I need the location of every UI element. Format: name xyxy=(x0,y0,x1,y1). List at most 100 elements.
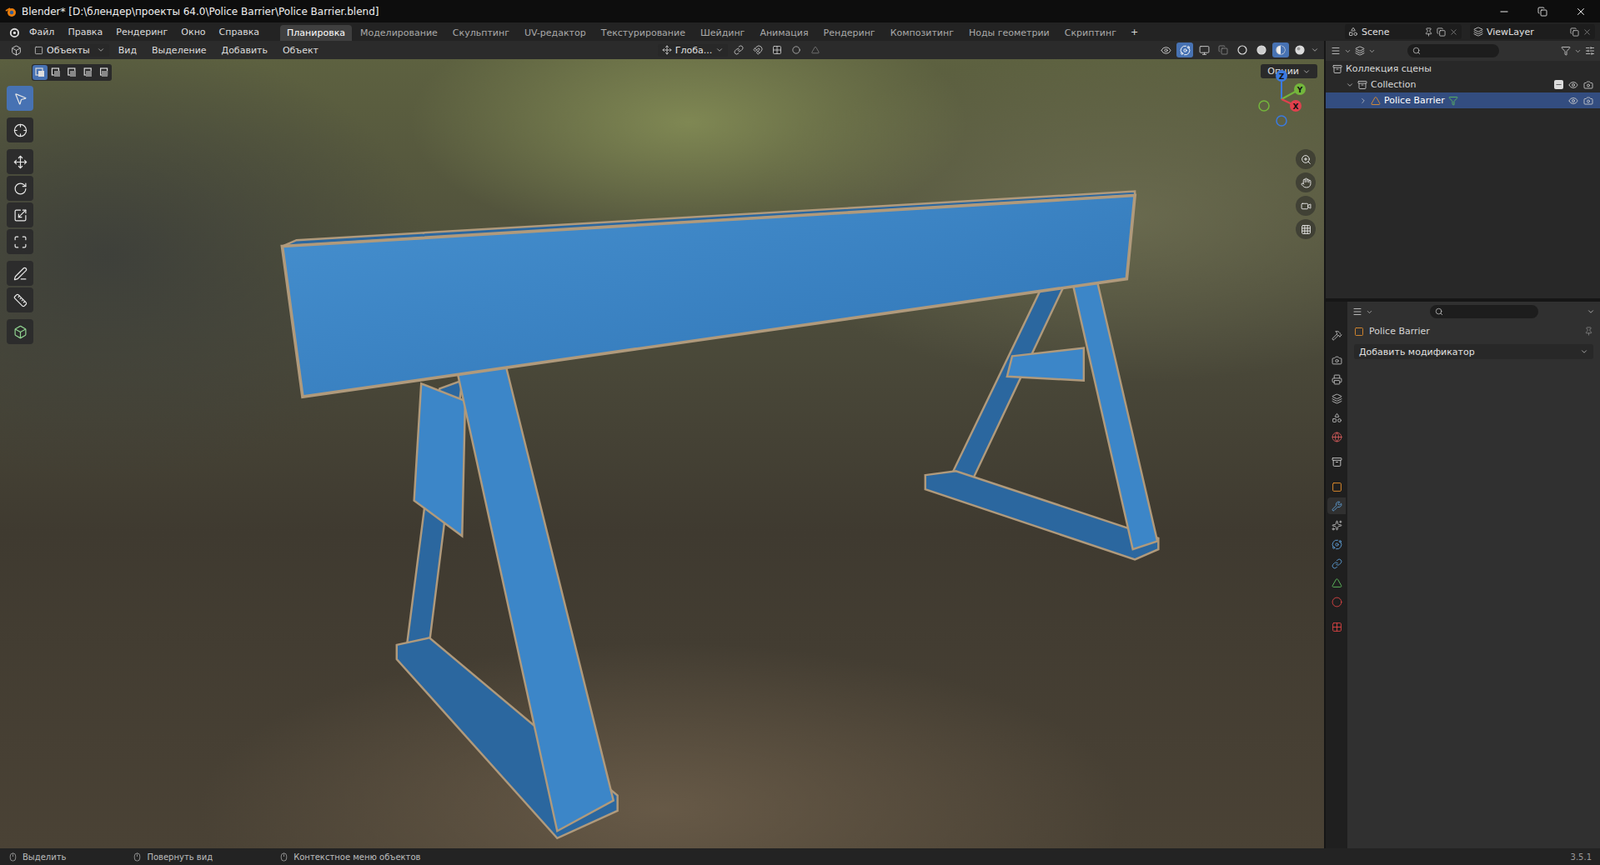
workspace-tab[interactable]: Анимация xyxy=(752,25,815,41)
editor-type-icon xyxy=(1330,45,1341,56)
shading-mode-button[interactable] xyxy=(1291,42,1309,58)
proportional-button[interactable] xyxy=(787,42,805,58)
menu-item[interactable]: Файл xyxy=(23,25,61,40)
gizmo-axis[interactable]: Z xyxy=(1275,70,1288,82)
maximize-button[interactable] xyxy=(1523,0,1562,23)
outliner-row[interactable]: Коллекция сцены xyxy=(1325,60,1600,77)
barrier-model[interactable] xyxy=(0,59,1325,849)
view-layer-selector[interactable]: ViewLayer xyxy=(1469,24,1595,40)
properties-tab[interactable] xyxy=(1327,351,1346,369)
blender-menu[interactable] xyxy=(5,24,22,40)
3d-viewport[interactable]: ОпцииZYX xyxy=(0,59,1325,849)
options-button[interactable]: Опции xyxy=(1260,64,1318,79)
pivot-button[interactable] xyxy=(730,42,748,58)
menu-item[interactable]: Справка xyxy=(213,25,266,40)
snap-button[interactable] xyxy=(749,42,767,58)
shading-mode-button[interactable] xyxy=(1233,42,1251,58)
gizmo-axis[interactable]: X xyxy=(1289,100,1302,112)
add-modifier-dropdown[interactable]: Добавить модификатор xyxy=(1354,344,1594,360)
workspace-tab[interactable]: Рендеринг xyxy=(817,25,883,41)
zoom-button[interactable] xyxy=(1295,149,1316,170)
falloff-button[interactable] xyxy=(807,42,824,58)
properties-tab[interactable] xyxy=(1327,593,1346,611)
tool-button[interactable] xyxy=(6,260,34,286)
shading-mode-button[interactable] xyxy=(1272,42,1290,58)
viewport-menu-item[interactable]: Добавить xyxy=(215,43,274,58)
tool-button[interactable] xyxy=(6,202,34,228)
visibility-button[interactable] xyxy=(1157,42,1174,58)
gizmo-axis[interactable]: Y xyxy=(1294,83,1306,96)
exclude-checkbox[interactable] xyxy=(1554,80,1564,90)
menu-item[interactable]: Правка xyxy=(61,25,109,40)
properties-tab[interactable] xyxy=(1327,536,1346,553)
minimize-button[interactable] xyxy=(1484,0,1524,23)
orientation-dropdown[interactable]: Глоба... xyxy=(657,44,728,57)
tool-button[interactable] xyxy=(6,229,34,255)
snap-target-button[interactable] xyxy=(768,42,786,58)
close-button[interactable] xyxy=(1561,0,1600,23)
select-mode-button[interactable] xyxy=(32,65,48,81)
scene-selector[interactable]: Scene xyxy=(1344,24,1462,40)
eye-icon[interactable] xyxy=(1568,80,1579,91)
workspace-tab[interactable]: Текстурирование xyxy=(594,25,693,41)
properties-tab[interactable] xyxy=(1327,371,1346,388)
outliner-row[interactable]: Police Barrier xyxy=(1325,92,1600,109)
select-mode-button[interactable] xyxy=(48,65,64,81)
render-visibility-icon[interactable] xyxy=(1583,95,1594,106)
mode-dropdown[interactable]: Объекты xyxy=(30,44,110,57)
outliner-search[interactable] xyxy=(1407,44,1500,58)
xray-toggle[interactable] xyxy=(1214,42,1232,58)
tool-button[interactable] xyxy=(6,287,34,313)
tool-button[interactable] xyxy=(6,149,34,175)
workspace-tab[interactable]: Скульптинг xyxy=(446,25,517,41)
gizmo-toggle[interactable] xyxy=(1176,42,1194,58)
select-mode-button[interactable] xyxy=(80,65,96,81)
pan-button[interactable] xyxy=(1295,172,1316,193)
viewport-menu-item[interactable]: Вид xyxy=(112,43,143,58)
properties-tab[interactable] xyxy=(1327,478,1346,496)
workspace-tab[interactable]: Моделирование xyxy=(353,25,445,41)
svg-text:Y: Y xyxy=(1296,85,1304,95)
workspace-tab[interactable]: Композитинг xyxy=(883,25,961,41)
menu-item[interactable]: Окно xyxy=(175,25,211,40)
properties-tab[interactable] xyxy=(1327,428,1346,446)
top-bar: ФайлПравкаРендерингОкноСправкаПланировка… xyxy=(0,22,1600,41)
camera-view-button[interactable] xyxy=(1295,195,1316,216)
tool-button[interactable] xyxy=(6,117,34,143)
properties-tab[interactable] xyxy=(1327,574,1346,592)
add-workspace-button[interactable]: + xyxy=(1124,25,1144,40)
render-visibility-icon[interactable] xyxy=(1583,80,1594,91)
outliner-row[interactable]: Collection xyxy=(1325,76,1600,93)
select-mode-button[interactable] xyxy=(64,65,80,81)
shading-mode-button[interactable] xyxy=(1253,42,1270,58)
properties-tab[interactable] xyxy=(1327,326,1346,344)
properties-tab[interactable] xyxy=(1327,497,1346,515)
tool-button[interactable] xyxy=(6,319,34,345)
eye-icon[interactable] xyxy=(1568,95,1579,106)
workspace-tab[interactable]: Скриптинг xyxy=(1058,25,1124,41)
properties-tab[interactable] xyxy=(1327,390,1346,407)
tool-button[interactable] xyxy=(6,175,34,201)
properties-tab[interactable] xyxy=(1327,555,1346,572)
workspace-tab[interactable]: Шейдинг xyxy=(693,25,752,41)
properties-search[interactable] xyxy=(1429,305,1539,319)
pin-icon xyxy=(1424,27,1434,37)
workspace-tab[interactable]: Ноды геометрии xyxy=(962,25,1057,41)
workspace-tab[interactable]: UV-редактор xyxy=(517,25,593,41)
properties-tab[interactable] xyxy=(1327,453,1346,471)
properties-tab[interactable] xyxy=(1327,409,1346,427)
viewport-menu-item[interactable]: Объект xyxy=(276,43,325,58)
ortho-toggle[interactable] xyxy=(1295,219,1316,240)
workspace-tab[interactable]: Планировка xyxy=(280,25,352,41)
tool-button[interactable] xyxy=(6,85,34,111)
properties-tab[interactable] xyxy=(1327,618,1346,636)
menu-item[interactable]: Рендеринг xyxy=(110,25,174,40)
navigation-gizmo[interactable]: ZYX xyxy=(1250,67,1313,130)
viewport-menu-item[interactable]: Выделение xyxy=(145,43,213,58)
pin-icon[interactable] xyxy=(1584,326,1594,337)
editor-type-button[interactable] xyxy=(5,42,27,58)
properties-tab[interactable] xyxy=(1327,516,1346,534)
object-name: Police Barrier xyxy=(1369,326,1430,337)
select-mode-button[interactable] xyxy=(95,65,111,81)
overlay-toggle[interactable] xyxy=(1195,42,1213,58)
